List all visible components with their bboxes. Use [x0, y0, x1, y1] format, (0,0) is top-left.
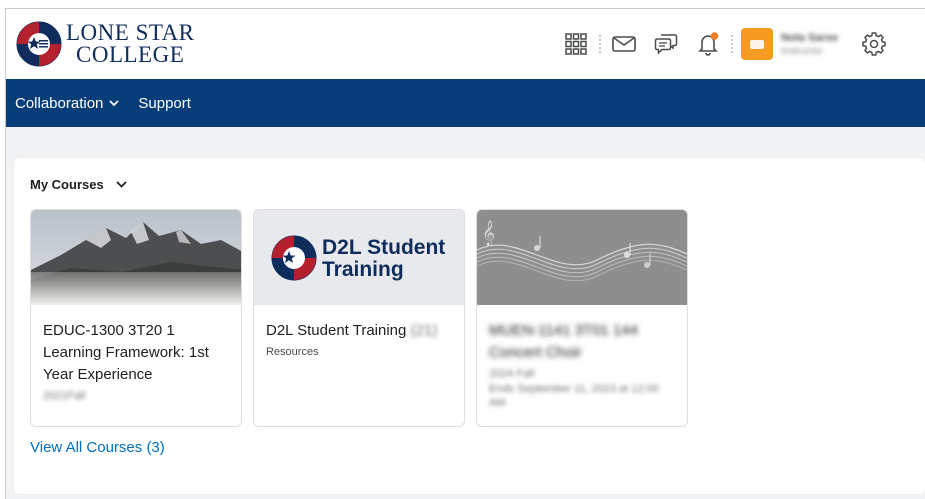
banner-line2: Training: [322, 258, 404, 281]
logo-wordmark: LONE STAR COLLEGE: [66, 20, 195, 67]
svg-text:𝄞: 𝄞: [482, 220, 495, 246]
course-title: D2L Student Training (21): [266, 320, 452, 342]
course-title: EDUC-1300 3T20 1 Learning Framework: 1st…: [43, 322, 209, 383]
gear-icon: [862, 32, 886, 56]
header-separator: [599, 35, 601, 53]
course-title-suffix: (21): [410, 322, 438, 339]
notifications-button[interactable]: [693, 29, 723, 59]
header-separator: [731, 35, 733, 53]
navbar: Collaboration Support: [6, 79, 925, 127]
notification-dot-icon: [710, 32, 719, 40]
nav-support-label: Support: [138, 94, 191, 112]
my-courses-widget: My Courses EDUC-1300 3T20 1 Learning Fra…: [14, 158, 925, 494]
user-role: Instructor: [781, 45, 823, 57]
banner-line1: D2L Student: [322, 236, 446, 259]
bell-icon: [698, 32, 719, 56]
course-term: 2021Fall: [43, 390, 86, 402]
logo-line2: COLLEGE: [76, 42, 185, 67]
avatar[interactable]: [741, 28, 773, 60]
course-term: 2024 Fall: [489, 368, 535, 380]
nav-collaboration-label: Collaboration: [15, 94, 104, 112]
settings-button[interactable]: [859, 29, 889, 59]
course-card[interactable]: EDUC-1300 3T20 1 Learning Framework: 1st…: [30, 209, 242, 427]
college-logo[interactable]: LONE STAR COLLEGE: [16, 21, 195, 67]
chevron-down-icon: [109, 99, 120, 106]
nav-support[interactable]: Support: [138, 95, 191, 112]
course-card[interactable]: D2L Student Training D2L Student Trainin…: [253, 209, 465, 427]
lone-star-logo-icon: [271, 235, 317, 281]
music-wave-image-icon: 𝄞: [477, 210, 687, 305]
user-name: Nola Sarse: [781, 31, 838, 44]
course-term: Resources: [266, 346, 319, 358]
header: LONE STAR COLLEGE Nola Sarse Instructor: [6, 9, 925, 79]
my-courses-menu[interactable]: My Courses: [30, 177, 127, 192]
course-title: MUEN-1141 3T01 144 Concert Choir: [489, 322, 638, 361]
lone-star-logo-icon: [16, 21, 62, 67]
logo-line1: LONE STAR: [66, 20, 195, 45]
course-card[interactable]: 𝄞 MUEN-1141 3T01 144 Concert Choir 2024 …: [476, 209, 688, 427]
course-image: D2L Student Training: [254, 210, 464, 305]
course-image: 𝄞: [477, 210, 687, 305]
course-title-text: D2L Student Training: [266, 322, 407, 339]
banner-text: D2L Student Training: [322, 237, 445, 281]
chat-bubbles-icon: [654, 34, 678, 55]
envelope-icon: [612, 36, 636, 52]
header-actions: Nola Sarse Instructor: [561, 28, 889, 60]
widget-title: My Courses: [30, 177, 104, 192]
course-end-date: Ends September 11, 2023 at 12:00 AM: [489, 383, 659, 409]
mountain-image-icon: [31, 210, 241, 305]
grid-icon: [565, 33, 587, 55]
subscriptions-button[interactable]: [651, 29, 681, 59]
chevron-down-icon: [116, 181, 127, 188]
course-selector-button[interactable]: [561, 29, 591, 59]
user-menu[interactable]: Nola Sarse Instructor: [781, 32, 853, 57]
course-image: [31, 210, 241, 305]
view-all-courses-link[interactable]: View All Courses (3): [30, 439, 165, 456]
nav-collaboration[interactable]: Collaboration: [15, 94, 120, 112]
user-avatar-icon: [750, 39, 764, 49]
messages-button[interactable]: [609, 29, 639, 59]
